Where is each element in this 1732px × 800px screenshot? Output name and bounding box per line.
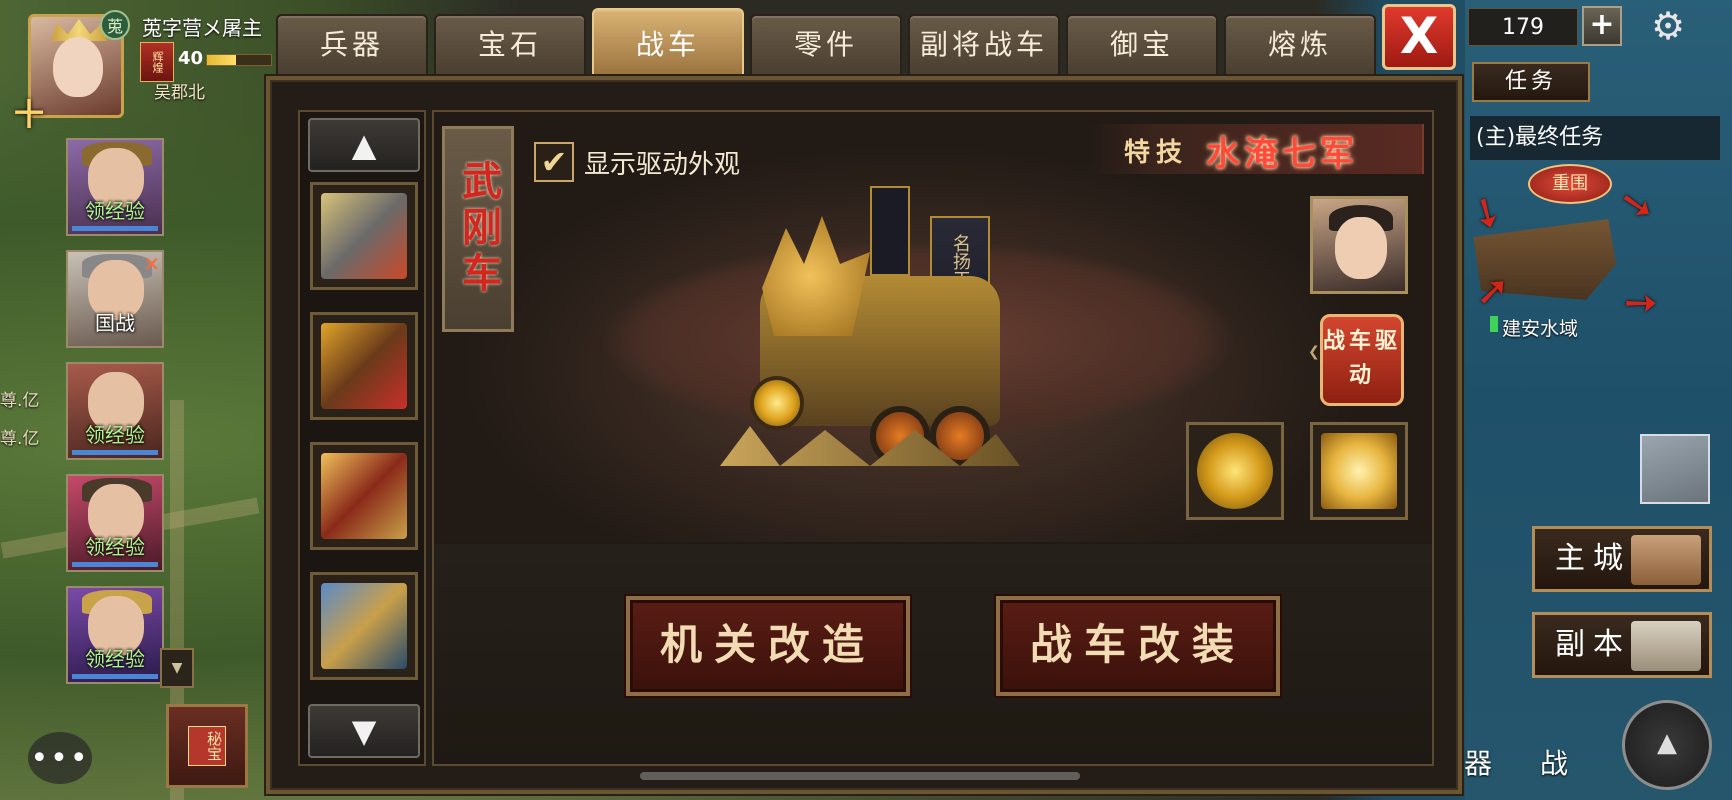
chariot-thumbnail[interactable] bbox=[310, 182, 418, 290]
rank-badge: 辉煌 bbox=[140, 42, 174, 82]
chariot-thumbnail-art bbox=[321, 583, 407, 669]
attack-arrow-icon: ➘ bbox=[1616, 179, 1658, 231]
show-drive-toggle[interactable]: ✔ 显示驱动外观 bbox=[534, 142, 740, 182]
hero-card-bar bbox=[72, 674, 158, 679]
decor-bracket-icon: ❮ bbox=[1308, 344, 1320, 360]
attack-arrow-icon: ➚ bbox=[1476, 268, 1510, 314]
action-area bbox=[434, 544, 1432, 764]
chariot-thumbnail[interactable] bbox=[310, 312, 418, 420]
mechanism-modify-button[interactable]: 机关改造 bbox=[626, 596, 910, 696]
compass-icon[interactable]: ▲ bbox=[1622, 700, 1712, 790]
chariot-lamp bbox=[750, 376, 804, 430]
hero-list-expand-button[interactable]: ▼ bbox=[160, 648, 194, 688]
exp-bar-fill bbox=[207, 55, 236, 65]
instance-label: 副本 bbox=[1555, 627, 1631, 662]
secret-treasure-button[interactable]: 秘宝 bbox=[166, 704, 248, 788]
hero-card[interactable]: 领经验 bbox=[66, 474, 164, 572]
chariot-thumbnail[interactable] bbox=[310, 442, 418, 550]
region-label: 建安水域 bbox=[1502, 318, 1579, 340]
side-text: 尊.亿 bbox=[0, 391, 40, 411]
hero-card-bar bbox=[72, 450, 158, 455]
hero-card[interactable]: 领经验 bbox=[66, 586, 164, 684]
secret-treasure-label: 秘宝 bbox=[188, 726, 226, 766]
tab-chariot[interactable]: 战车 bbox=[592, 8, 744, 74]
chariot-model[interactable]: 名扬天下 bbox=[720, 186, 1050, 482]
hero-card[interactable]: 领经验 bbox=[66, 138, 164, 236]
hero-card-label: 领经验 bbox=[85, 535, 145, 559]
bottom-menu-peek[interactable]: 器 bbox=[1464, 742, 1492, 782]
hero-card[interactable]: ✕ 国战 bbox=[66, 250, 164, 348]
tab-royal-treasure[interactable]: 御宝 bbox=[1066, 14, 1218, 74]
hero-card-bar bbox=[72, 562, 158, 567]
hero-card-label: 领经验 bbox=[85, 647, 145, 671]
dragon-medal-icon bbox=[1197, 433, 1273, 509]
bottom-menu-peek[interactable]: 战 bbox=[1540, 742, 1568, 782]
skill-name: 水淹七军 bbox=[1206, 134, 1358, 174]
minimap-button[interactable] bbox=[1640, 434, 1710, 504]
side-text: 尊.亿 bbox=[0, 429, 40, 449]
skill-key-label: 特技 bbox=[1124, 138, 1189, 168]
exp-bar bbox=[206, 54, 272, 66]
main-city-button[interactable]: 主城 bbox=[1532, 526, 1712, 592]
add-gold-button[interactable]: + bbox=[1582, 6, 1622, 46]
tab-smelting[interactable]: 熔炼 bbox=[1224, 14, 1376, 74]
dragon-medal-slot[interactable] bbox=[1186, 422, 1284, 520]
hero-card-bar bbox=[72, 226, 158, 231]
hero-list: 领经验 ✕ 国战 领经验 领经验 领经验 bbox=[66, 138, 168, 698]
player-level: 40 bbox=[178, 48, 204, 69]
show-drive-label: 显示驱动外观 bbox=[584, 149, 741, 180]
gear-icon[interactable]: ⚙ bbox=[1646, 4, 1690, 48]
hero-card-label: 国战 bbox=[95, 311, 135, 335]
close-icon: ✕ bbox=[143, 252, 160, 276]
gold-counter: 179 bbox=[1468, 8, 1578, 46]
tab-deputy-chariot[interactable]: 副将战车 bbox=[908, 14, 1060, 74]
home-indicator bbox=[640, 772, 1080, 780]
chariot-thumbnail-art bbox=[321, 323, 407, 409]
player-name: 莵字营メ屠主 bbox=[142, 16, 262, 40]
attack-arrow-icon: ➙ bbox=[1624, 280, 1658, 326]
show-drive-checkbox[interactable]: ✔ bbox=[534, 142, 574, 182]
tab-gems[interactable]: 宝石 bbox=[434, 14, 586, 74]
alliance-badge[interactable]: 莵 bbox=[100, 10, 130, 40]
chariot-thumbnail-art bbox=[321, 453, 407, 539]
seal-slot[interactable] bbox=[1310, 422, 1408, 520]
flag-icon bbox=[1490, 316, 1498, 332]
hero-card-label: 领经验 bbox=[85, 199, 145, 223]
scroll-down-button[interactable]: ▼ bbox=[308, 704, 420, 758]
chariot-thumbnail[interactable] bbox=[310, 572, 418, 680]
chariot-list[interactable]: ▲ ▼ bbox=[298, 110, 426, 766]
close-button[interactable]: X bbox=[1382, 4, 1456, 70]
task-tab[interactable]: 任务 bbox=[1472, 62, 1590, 102]
chariot-drive-button[interactable]: 战车驱动 bbox=[1320, 314, 1404, 406]
scroll-icon bbox=[1631, 621, 1701, 671]
palace-icon bbox=[1631, 535, 1701, 585]
avatar-face bbox=[53, 37, 103, 97]
main-city-label: 主城 bbox=[1555, 541, 1631, 576]
hero-card-label: 领经验 bbox=[85, 423, 145, 447]
window-tabs: 兵器 宝石 战车 零件 副将战车 御宝 熔炼 bbox=[276, 8, 1376, 74]
player-location: 吴郡北 bbox=[154, 83, 205, 103]
chariot-flag bbox=[870, 186, 910, 276]
imperial-seal-icon bbox=[1321, 433, 1397, 509]
chariot-name: 武刚车 bbox=[442, 126, 514, 332]
chat-bubble-icon[interactable]: ••• bbox=[28, 732, 92, 784]
vip-cross-icon: 十 bbox=[14, 98, 44, 133]
tab-parts[interactable]: 零件 bbox=[750, 14, 902, 74]
general-portrait[interactable] bbox=[1310, 196, 1408, 294]
instance-button[interactable]: 副本 bbox=[1532, 612, 1712, 678]
chariot-thumbnail-art bbox=[321, 193, 407, 279]
tab-weapons[interactable]: 兵器 bbox=[276, 14, 428, 74]
scroll-up-button[interactable]: ▲ bbox=[308, 118, 420, 172]
hero-card[interactable]: 领经验 bbox=[66, 362, 164, 460]
task-item[interactable]: (主)最终任务 bbox=[1470, 116, 1720, 160]
chariot-refit-button[interactable]: 战车改装 bbox=[996, 596, 1280, 696]
general-face bbox=[1335, 217, 1387, 279]
siege-badge[interactable]: 重围 bbox=[1528, 164, 1612, 204]
